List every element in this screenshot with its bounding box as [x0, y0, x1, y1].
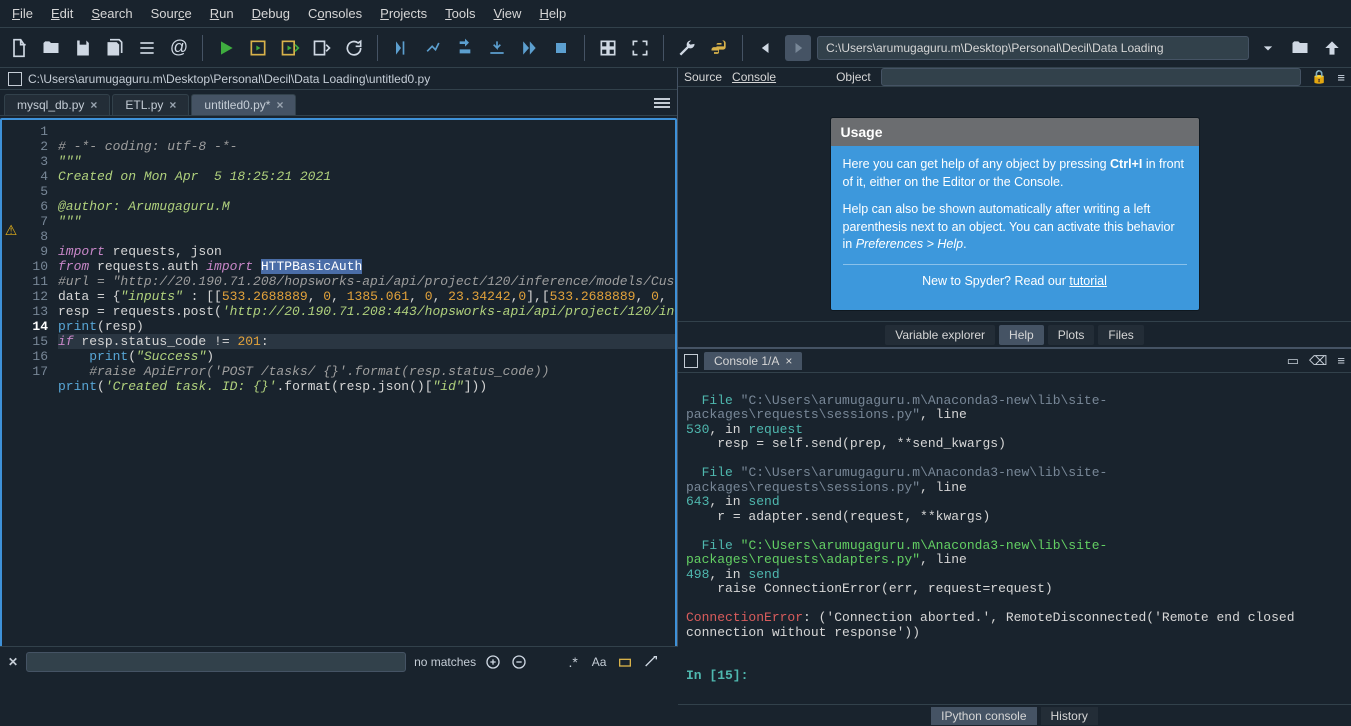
stop-icon[interactable]: ▭: [1287, 353, 1299, 369]
console-tab[interactable]: Console 1/A×: [704, 352, 802, 370]
pane-icon: [684, 354, 698, 368]
close-find-icon[interactable]: ✕: [8, 655, 18, 669]
tab-etl[interactable]: ETL.py×: [112, 94, 189, 115]
forward-icon[interactable]: [785, 35, 811, 61]
menu-view[interactable]: View: [485, 3, 529, 24]
find-input[interactable]: [26, 652, 406, 672]
open-file-icon[interactable]: [38, 35, 64, 61]
console-link[interactable]: Console: [732, 70, 776, 84]
python-icon[interactable]: [706, 35, 732, 61]
tab-plots[interactable]: Plots: [1048, 325, 1095, 345]
menu-search[interactable]: Search: [83, 3, 140, 24]
browse-folder-icon[interactable]: [1287, 35, 1313, 61]
menu-projects[interactable]: Projects: [372, 3, 435, 24]
debug-out-icon[interactable]: [484, 35, 510, 61]
help-usage-card: Usage Here you can get help of any objec…: [830, 117, 1200, 311]
console-bottom-tabs: IPython console History: [678, 704, 1351, 726]
working-dir-input[interactable]: C:\Users\arumugaguru.m\Desktop\Personal\…: [817, 36, 1249, 60]
warning-icon: ⚠: [2, 222, 20, 239]
run-cell-icon[interactable]: [245, 35, 271, 61]
help-toolbar: Source Console Object 🔒 ≡: [678, 68, 1351, 87]
close-icon[interactable]: ×: [169, 98, 176, 112]
editor-tabs: mysql_db.py× ETL.py× untitled0.py*×: [0, 90, 677, 116]
tab-help[interactable]: Help: [999, 325, 1044, 345]
close-icon[interactable]: ×: [90, 98, 97, 112]
object-input[interactable]: [881, 68, 1301, 86]
whole-word-icon[interactable]: [616, 653, 634, 671]
code-editor[interactable]: # -*- coding: utf-8 -*- """ Created on M…: [54, 120, 675, 660]
menu-debug[interactable]: Debug: [244, 3, 298, 24]
find-bar: ✕ no matches .* Aa: [0, 646, 678, 676]
debug-stop-icon[interactable]: [548, 35, 574, 61]
menu-tools[interactable]: Tools: [437, 3, 483, 24]
parent-dir-icon[interactable]: [1319, 35, 1345, 61]
regex-icon[interactable]: .*: [564, 653, 582, 671]
debug-continue-icon[interactable]: [516, 35, 542, 61]
back-icon[interactable]: [753, 35, 779, 61]
no-matches-label: no matches: [414, 655, 476, 669]
tabs-menu-icon[interactable]: [653, 94, 671, 112]
menu-icon[interactable]: ≡: [1337, 353, 1345, 369]
case-icon[interactable]: Aa: [590, 653, 608, 671]
save-all-icon[interactable]: [102, 35, 128, 61]
tab-variable-explorer[interactable]: Variable explorer: [885, 325, 995, 345]
menu-icon[interactable]: ≡: [1337, 70, 1345, 85]
main-toolbar: @ C:\Users\arumugaguru.m\Desktop\Persona…: [0, 28, 1351, 68]
warning-gutter: ⚠: [2, 120, 20, 660]
save-icon[interactable]: [70, 35, 96, 61]
debug-into-icon[interactable]: [452, 35, 478, 61]
debug-step-icon[interactable]: [388, 35, 414, 61]
replace-icon[interactable]: [642, 653, 660, 671]
pane-icon: [8, 72, 22, 86]
debug-step2-icon[interactable]: [420, 35, 446, 61]
close-icon[interactable]: ×: [785, 354, 792, 368]
right-pane-tabs: Variable explorer Help Plots Files: [678, 321, 1351, 347]
tutorial-link[interactable]: tutorial: [1069, 274, 1107, 288]
run-selection-icon[interactable]: [309, 35, 335, 61]
find-next-icon[interactable]: [510, 653, 528, 671]
source-label: Source: [684, 70, 722, 84]
new-file-icon[interactable]: [6, 35, 32, 61]
tab-files[interactable]: Files: [1098, 325, 1143, 345]
tab-ipython-console[interactable]: IPython console: [931, 707, 1036, 725]
lock-icon[interactable]: 🔒: [1311, 69, 1327, 85]
run-cell-advance-icon[interactable]: [277, 35, 303, 61]
menu-consoles[interactable]: Consoles: [300, 3, 370, 24]
at-icon[interactable]: @: [166, 35, 192, 61]
line-number-gutter: 1234 5678 9101112 13141516 17: [20, 120, 54, 660]
console-output[interactable]: File "C:\Users\arumugaguru.m\Anaconda3-n…: [678, 373, 1351, 704]
wrench-icon[interactable]: [674, 35, 700, 61]
find-prev-icon[interactable]: [484, 653, 502, 671]
menu-bar: File Edit Search Source Run Debug Consol…: [0, 0, 1351, 28]
close-icon[interactable]: ×: [276, 98, 283, 112]
tab-mysql-db[interactable]: mysql_db.py×: [4, 94, 110, 115]
grid-icon[interactable]: [595, 35, 621, 61]
help-title: Usage: [831, 118, 1199, 146]
menu-source[interactable]: Source: [143, 3, 200, 24]
rerun-icon[interactable]: [341, 35, 367, 61]
clear-icon[interactable]: ⌫: [1309, 353, 1327, 369]
tab-history[interactable]: History: [1041, 707, 1098, 725]
help-content: Usage Here you can get help of any objec…: [678, 87, 1351, 321]
menu-help[interactable]: Help: [531, 3, 574, 24]
console-pane: Console 1/A× ▭ ⌫ ≡ File "C:\Users\arumug…: [678, 347, 1351, 726]
tab-untitled0[interactable]: untitled0.py*×: [191, 94, 296, 115]
fullscreen-icon[interactable]: [627, 35, 653, 61]
list-icon[interactable]: [134, 35, 160, 61]
file-path-text: C:\Users\arumugaguru.m\Desktop\Personal\…: [28, 72, 430, 86]
editor-file-path: C:\Users\arumugaguru.m\Desktop\Personal\…: [0, 68, 677, 90]
dropdown-icon[interactable]: [1255, 35, 1281, 61]
menu-file[interactable]: File: [4, 3, 41, 24]
menu-run[interactable]: Run: [202, 3, 242, 24]
object-label: Object: [836, 70, 871, 84]
menu-edit[interactable]: Edit: [43, 3, 81, 24]
run-icon[interactable]: [213, 35, 239, 61]
